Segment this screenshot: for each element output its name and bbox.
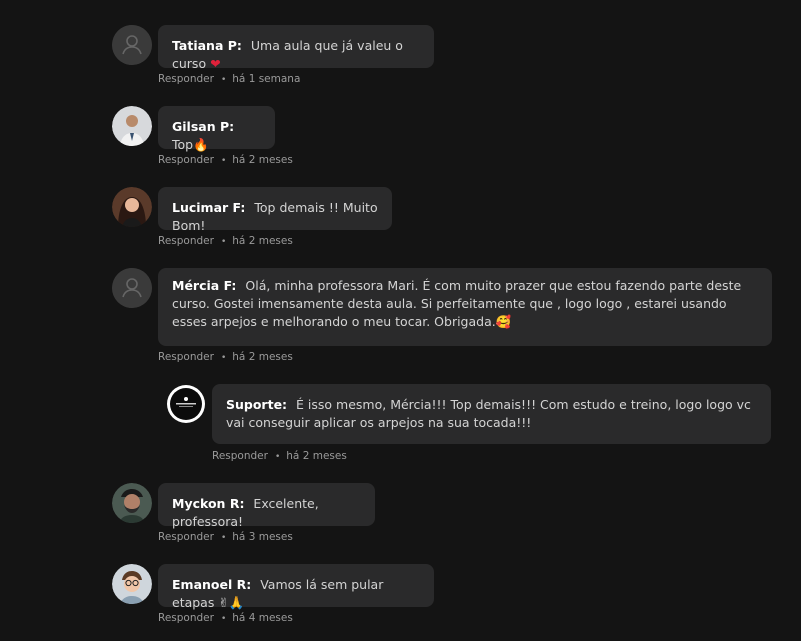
user-avatar-icon (112, 187, 152, 227)
comment-time: há 2 meses (232, 235, 293, 247)
comment-text: Top (172, 137, 194, 152)
separator-dot: • (274, 452, 281, 462)
user-avatar-icon (112, 106, 152, 146)
comment-author[interactable]: Lucimar F: (172, 200, 245, 215)
comment-time: há 3 meses (232, 531, 293, 543)
comment-meta: Responder • há 2 meses (158, 235, 293, 247)
comment-meta: Responder • há 1 semana (158, 73, 300, 85)
fire-icon: 🔥 (193, 137, 209, 152)
separator-dot: • (220, 75, 227, 85)
comment-author[interactable]: Mércia F: (172, 278, 236, 293)
comment-meta: Responder • há 2 meses (158, 351, 293, 363)
comment-author[interactable]: Suporte: (226, 397, 287, 412)
comment-author[interactable]: Gilsan P: (172, 119, 234, 134)
comment-time: há 1 semana (232, 73, 301, 85)
comment-meta: Responder • há 2 meses (158, 154, 293, 166)
user-avatar-icon (112, 483, 152, 523)
comment-bubble: Tatiana P: Uma aula que já valeu o curso… (158, 25, 434, 71)
comment-meta: Responder • há 2 meses (212, 450, 347, 462)
comment-time: há 4 meses (232, 612, 293, 624)
separator-dot: • (220, 614, 227, 624)
comment-author[interactable]: Emanoel R: (172, 577, 251, 592)
reply-button[interactable]: Responder (158, 612, 214, 624)
heart-icon: ❤ (210, 56, 221, 71)
comment-time: há 2 meses (232, 351, 293, 363)
comment-meta: Responder • há 4 meses (158, 612, 293, 624)
comment-time: há 2 meses (232, 154, 293, 166)
comment-time: há 2 meses (286, 450, 347, 462)
comment-bubble: Gilsan P: Top🔥 (158, 106, 275, 152)
separator-dot: • (220, 353, 227, 363)
separator-dot: • (220, 533, 227, 543)
reply-button[interactable]: Responder (158, 235, 214, 247)
comment-author[interactable]: Myckon R: (172, 496, 244, 511)
comment-author[interactable]: Tatiana P: (172, 38, 242, 53)
user-avatar-icon (112, 25, 152, 65)
reply-button[interactable]: Responder (158, 531, 214, 543)
reply-button[interactable]: Responder (212, 450, 268, 462)
reply-button[interactable]: Responder (158, 73, 214, 85)
separator-dot: • (220, 237, 227, 247)
user-avatar-icon (112, 268, 152, 308)
comment-text: É isso mesmo, Mércia!!! Top demais!!! Co… (226, 397, 751, 430)
comment-text: Olá, minha professora Mari. É com muito … (172, 278, 742, 329)
reply-button[interactable]: Responder (158, 154, 214, 166)
comment-bubble: Emanoel R: Vamos lá sem pular etapas ✌🙏 (158, 564, 434, 610)
smiling-face-hearts-icon: 🥰 (495, 314, 512, 329)
victory-pray-icon: ✌🙏 (218, 595, 245, 610)
comment-bubble: Lucimar F: Top demais !! Muito Bom! (158, 187, 392, 233)
reply-button[interactable]: Responder (158, 351, 214, 363)
user-avatar-icon (112, 564, 152, 604)
separator-dot: • (220, 156, 227, 166)
comment-meta: Responder • há 3 meses (158, 531, 293, 543)
comment-bubble: Myckon R: Excelente, professora! (158, 483, 375, 529)
comment-bubble: Suporte: É isso mesmo, Mércia!!! Top dem… (212, 384, 771, 444)
comment-bubble: Mércia F: Olá, minha professora Mari. É … (158, 268, 772, 346)
support-logo-icon (166, 384, 206, 424)
